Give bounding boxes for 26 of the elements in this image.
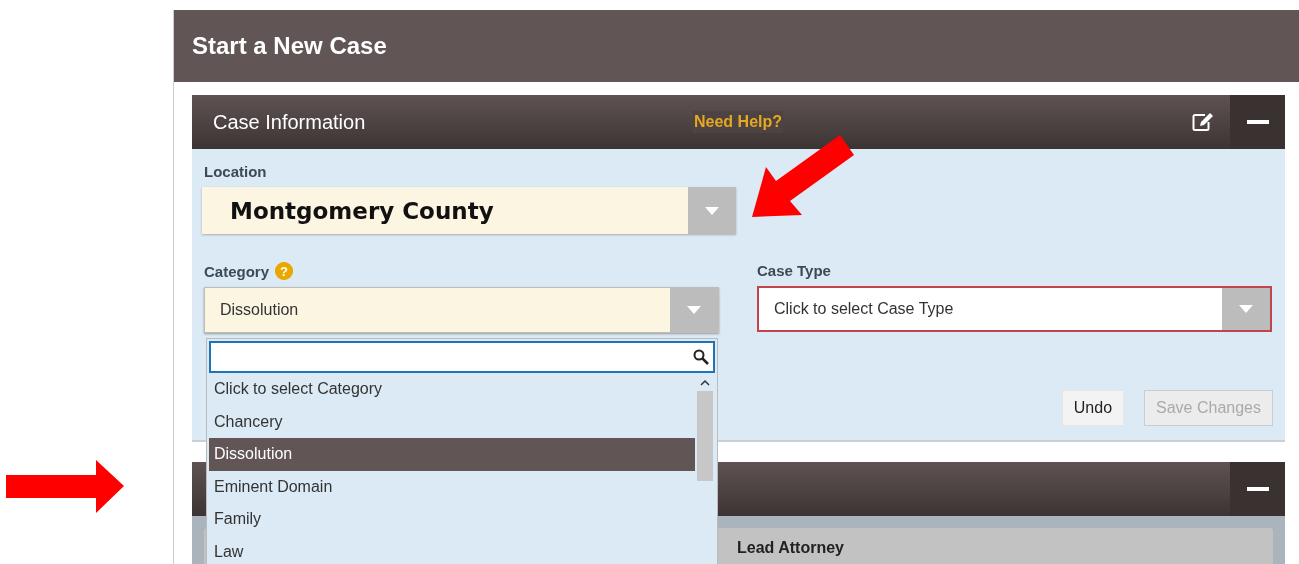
page-title: Start a New Case (174, 10, 1299, 82)
card-title: Lead Attorney (737, 539, 844, 557)
undo-button[interactable]: Undo (1061, 390, 1125, 426)
case-type-select[interactable]: Click to select Case Type (757, 286, 1272, 332)
category-select[interactable]: Dissolution (204, 287, 719, 333)
collapse-button[interactable] (1230, 462, 1285, 516)
dropdown-option[interactable]: Chancery (209, 405, 695, 438)
edit-icon[interactable] (1192, 112, 1214, 132)
field-label: Location (204, 163, 268, 180)
search-field[interactable] (209, 341, 715, 373)
caret-icon (705, 206, 719, 215)
collapse-button[interactable] (1230, 95, 1285, 149)
caret-icon (687, 306, 701, 314)
location-select[interactable]: Montgomery County (202, 187, 736, 234)
section-title: Case Information (212, 110, 367, 134)
help-link[interactable]: Need Help? (693, 111, 783, 133)
search-icon (693, 349, 709, 365)
caret-icon (1239, 305, 1253, 313)
field-label: Category (204, 262, 270, 280)
dropdown-option[interactable]: Family (209, 503, 695, 536)
dropdown-option[interactable]: Law (209, 535, 695, 564)
dropdown-option[interactable]: Dissolution (209, 438, 695, 471)
field-label: Case Type (757, 262, 832, 279)
scroll-up-icon[interactable] (700, 379, 710, 387)
dropdown-option[interactable]: Click to select Category (209, 373, 695, 406)
dropdown-option[interactable]: Eminent Domain (209, 470, 695, 503)
